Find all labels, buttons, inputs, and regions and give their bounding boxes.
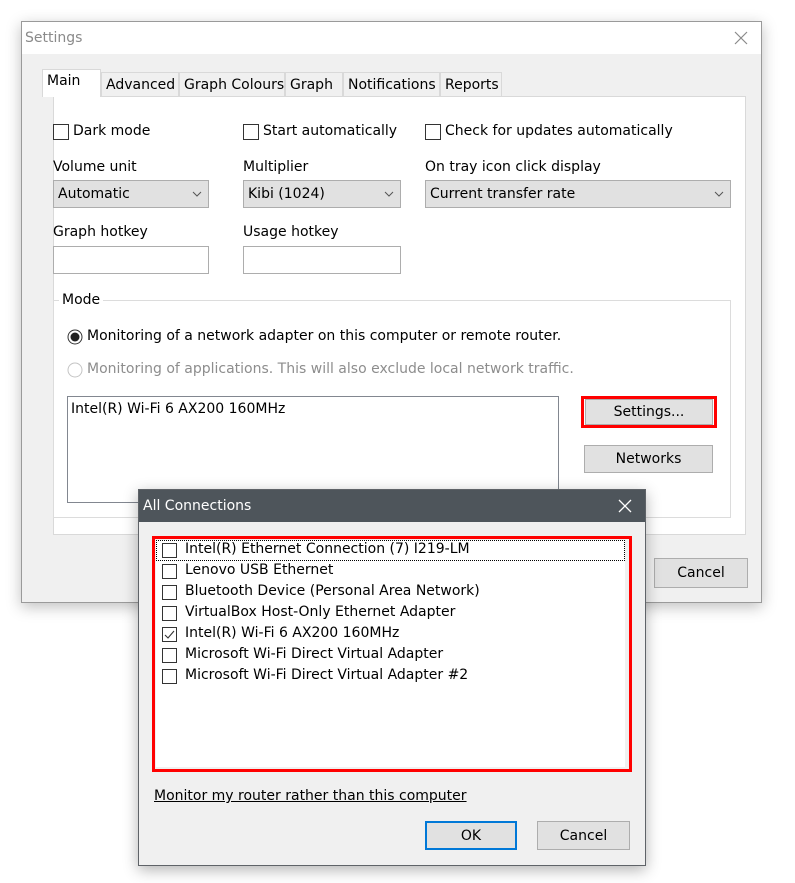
button-label: Cancel: [559, 827, 608, 844]
tab-reports[interactable]: Reports: [440, 72, 502, 96]
tab-label: Graph Colours: [184, 77, 285, 93]
tray-click-select[interactable]: Current transfer rate: [425, 180, 731, 208]
dialog-title: All Connections: [143, 498, 252, 514]
tab-graph-colours[interactable]: Graph Colours: [179, 72, 285, 96]
ok-button[interactable]: OK: [425, 821, 517, 850]
usage-hotkey-label: Usage hotkey: [243, 224, 339, 240]
chevron-down-icon: [192, 191, 202, 197]
highlight-box: [152, 536, 632, 772]
multiplier-label: Multiplier: [243, 159, 309, 175]
close-icon: [618, 499, 632, 513]
checkbox-label: Start automatically: [263, 123, 398, 139]
tab-label: Graph: [290, 77, 333, 93]
button-label: Settings...: [613, 404, 685, 420]
adapter-listbox[interactable]: Intel(R) Wi-Fi 6 AX200 160MHz: [67, 396, 559, 503]
radio-label: Monitoring of applications. This will al…: [87, 361, 574, 377]
chevron-down-icon: [384, 191, 394, 197]
tab-notifications[interactable]: Notifications: [343, 72, 440, 96]
tab-main[interactable]: Main: [42, 69, 101, 97]
radio-selected-icon[interactable]: [67, 329, 83, 345]
dialog-close-button[interactable]: [605, 491, 645, 521]
settings-title: Settings: [25, 30, 83, 46]
radio-unselected-icon[interactable]: [67, 362, 83, 378]
tab-label: Reports: [445, 77, 499, 93]
monitor-router-link[interactable]: Monitor my router rather than this compu…: [154, 788, 467, 804]
button-label: Networks: [615, 451, 682, 467]
tab-graph[interactable]: Graph: [285, 72, 343, 96]
dialog-titlebar: All Connections: [139, 490, 645, 522]
settings-cancel-button[interactable]: Cancel: [654, 558, 748, 588]
button-label: OK: [460, 827, 482, 844]
all-connections-dialog: All Connections Intel(R) Ethernet Connec…: [138, 489, 646, 866]
button-label: Cancel: [677, 565, 725, 581]
radio-label: Monitoring of a network adapter on this …: [87, 328, 562, 344]
checkbox-box[interactable]: [53, 124, 69, 140]
usage-hotkey-input[interactable]: [243, 246, 401, 274]
close-icon: [734, 31, 748, 45]
graph-hotkey-input[interactable]: [53, 246, 209, 274]
tray-click-label: On tray icon click display: [425, 159, 601, 175]
tab-label: Advanced: [106, 77, 176, 93]
checkbox-box[interactable]: [243, 124, 259, 140]
tab-label: Notifications: [348, 77, 436, 93]
adapter-list-item[interactable]: Intel(R) Wi-Fi 6 AX200 160MHz: [71, 401, 285, 417]
checkbox-label: Dark mode: [73, 123, 151, 139]
settings-close-button[interactable]: [721, 23, 761, 53]
checkbox-label: Check for updates automatically: [445, 123, 673, 139]
checkbox-box[interactable]: [425, 124, 441, 140]
volume-unit-label: Volume unit: [53, 159, 137, 175]
select-value: Kibi (1024): [248, 186, 325, 202]
mode-group-label: Mode: [59, 292, 104, 308]
graph-hotkey-label: Graph hotkey: [53, 224, 148, 240]
dialog-cancel-button[interactable]: Cancel: [537, 821, 630, 850]
volume-unit-select[interactable]: Automatic: [53, 180, 209, 208]
chevron-down-icon: [714, 191, 724, 197]
networks-button[interactable]: Networks: [584, 445, 713, 473]
settings-titlebar: Settings: [22, 22, 761, 54]
tab-advanced[interactable]: Advanced: [101, 72, 179, 96]
adapter-settings-button[interactable]: Settings...: [585, 399, 713, 425]
select-value: Current transfer rate: [430, 186, 576, 202]
tab-label: Main: [47, 73, 81, 89]
select-value: Automatic: [58, 186, 130, 202]
multiplier-select[interactable]: Kibi (1024): [243, 180, 401, 208]
